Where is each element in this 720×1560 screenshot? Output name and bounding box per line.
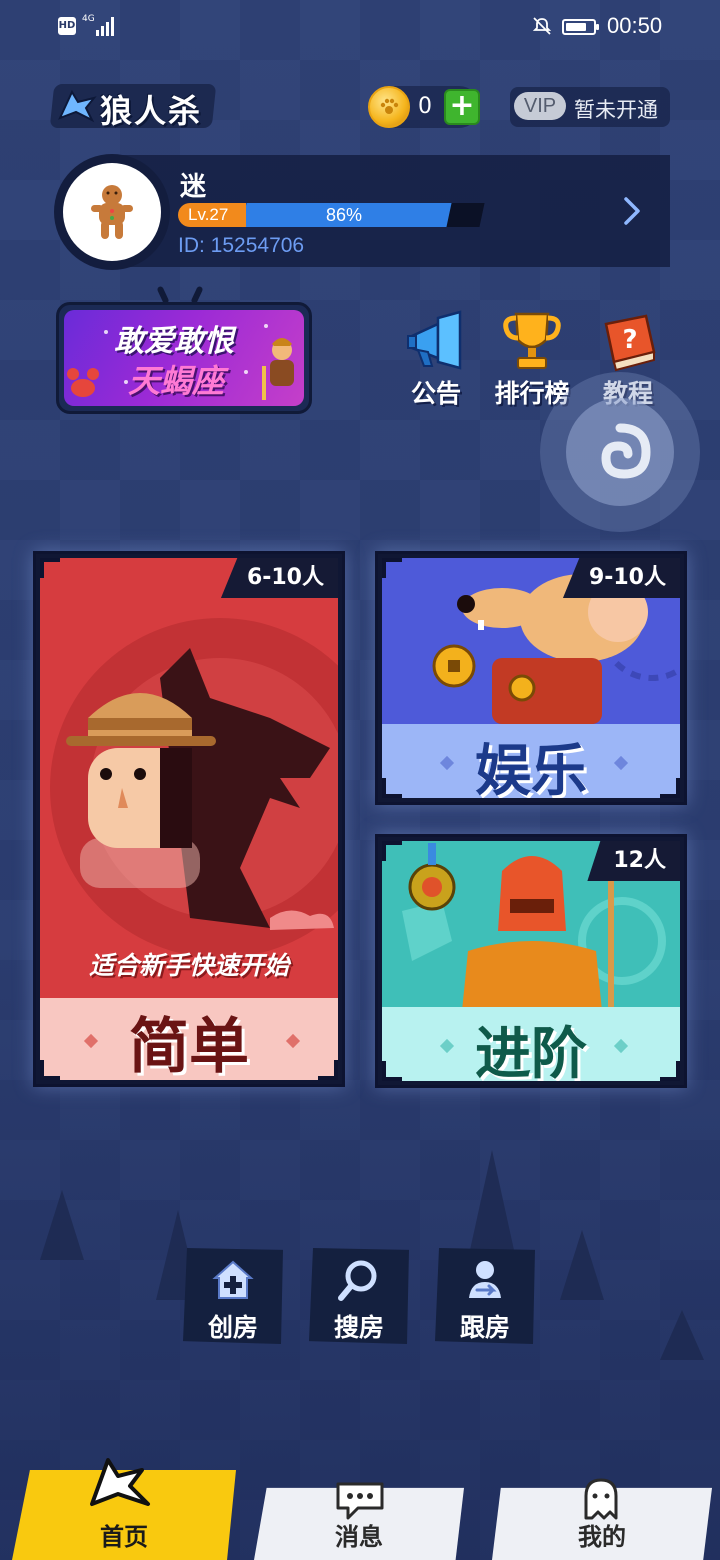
fun-mode-label: 娱乐	[475, 739, 587, 798]
battery-icon	[562, 19, 599, 35]
create-room-button[interactable]: 创房	[183, 1248, 283, 1344]
tab-home-label: 首页	[100, 1523, 148, 1551]
network-type: 4G	[82, 14, 95, 24]
avatar[interactable]	[63, 163, 161, 261]
signal-icon	[96, 16, 118, 36]
vip-status-label: 暂未开通	[574, 98, 658, 122]
app-logo-title: 狼人杀	[100, 92, 203, 130]
chevron-right-icon[interactable]	[618, 196, 646, 226]
ghost-profile-icon	[584, 1478, 618, 1520]
player-count-advanced: 12人	[587, 841, 680, 881]
gingerbread-icon	[91, 185, 133, 239]
crab-icon	[67, 368, 99, 397]
username: 迷	[180, 172, 207, 202]
follow-room-label: 跟房	[459, 1313, 510, 1342]
trophy-icon	[503, 312, 561, 369]
chat-bubble-icon	[336, 1482, 384, 1520]
user-id: ID: 15254706	[178, 234, 305, 257]
wolf-head-icon	[58, 89, 97, 123]
simple-subtitle: 适合新手快速开始	[88, 951, 289, 980]
mode-card-advanced[interactable]: 12人 进阶	[375, 834, 687, 1088]
clock: 00:50	[607, 13, 663, 38]
tab-messages-label: 消息	[335, 1523, 383, 1551]
megaphone-icon	[407, 310, 462, 370]
warrior-icon	[262, 338, 294, 400]
follow-room-button[interactable]: 跟房	[435, 1248, 535, 1344]
wolf-home-icon	[90, 1458, 150, 1506]
status-bar: HD 4G 00:50	[0, 0, 720, 54]
add-coins-button[interactable]: +	[444, 89, 480, 125]
mode-card-simple[interactable]: 6-10人 适合新手快速开始 简单	[33, 551, 345, 1087]
level-badge: Lv.27	[178, 203, 246, 227]
coin-count: 0	[418, 94, 432, 119]
player-count-simple: 6-10人	[220, 558, 338, 598]
advanced-mode-label: 进阶	[475, 1022, 587, 1081]
follow-room-icon	[469, 1261, 501, 1298]
simple-mode-label: 简单	[129, 1012, 249, 1080]
promo-line-2: 天蝎座	[128, 362, 225, 400]
mode-card-fun[interactable]: 9-10人 娱乐	[375, 551, 687, 805]
announcement-label: 公告	[410, 379, 461, 408]
create-room-icon	[212, 1260, 254, 1299]
svg-text:?: ?	[622, 325, 637, 355]
mute-bell-icon	[532, 17, 552, 35]
swirl-icon[interactable]	[566, 398, 674, 506]
question-book-icon: ?	[604, 314, 656, 372]
search-icon	[338, 1260, 377, 1301]
search-room-label: 搜房	[333, 1313, 384, 1342]
tab-profile-label: 我的	[578, 1523, 626, 1551]
search-room-button[interactable]: 搜房	[309, 1248, 409, 1344]
hd-indicator: HD	[58, 17, 76, 35]
paw-coin-icon	[368, 86, 410, 128]
player-count-fun: 9-10人	[562, 558, 680, 598]
xp-percent: 86%	[325, 205, 363, 225]
promo-line-1: 敢爱敢恨	[114, 324, 234, 359]
vip-badge: VIP	[514, 92, 566, 120]
announcement-button[interactable]: 公告	[390, 310, 482, 410]
create-room-label: 创房	[207, 1313, 258, 1342]
